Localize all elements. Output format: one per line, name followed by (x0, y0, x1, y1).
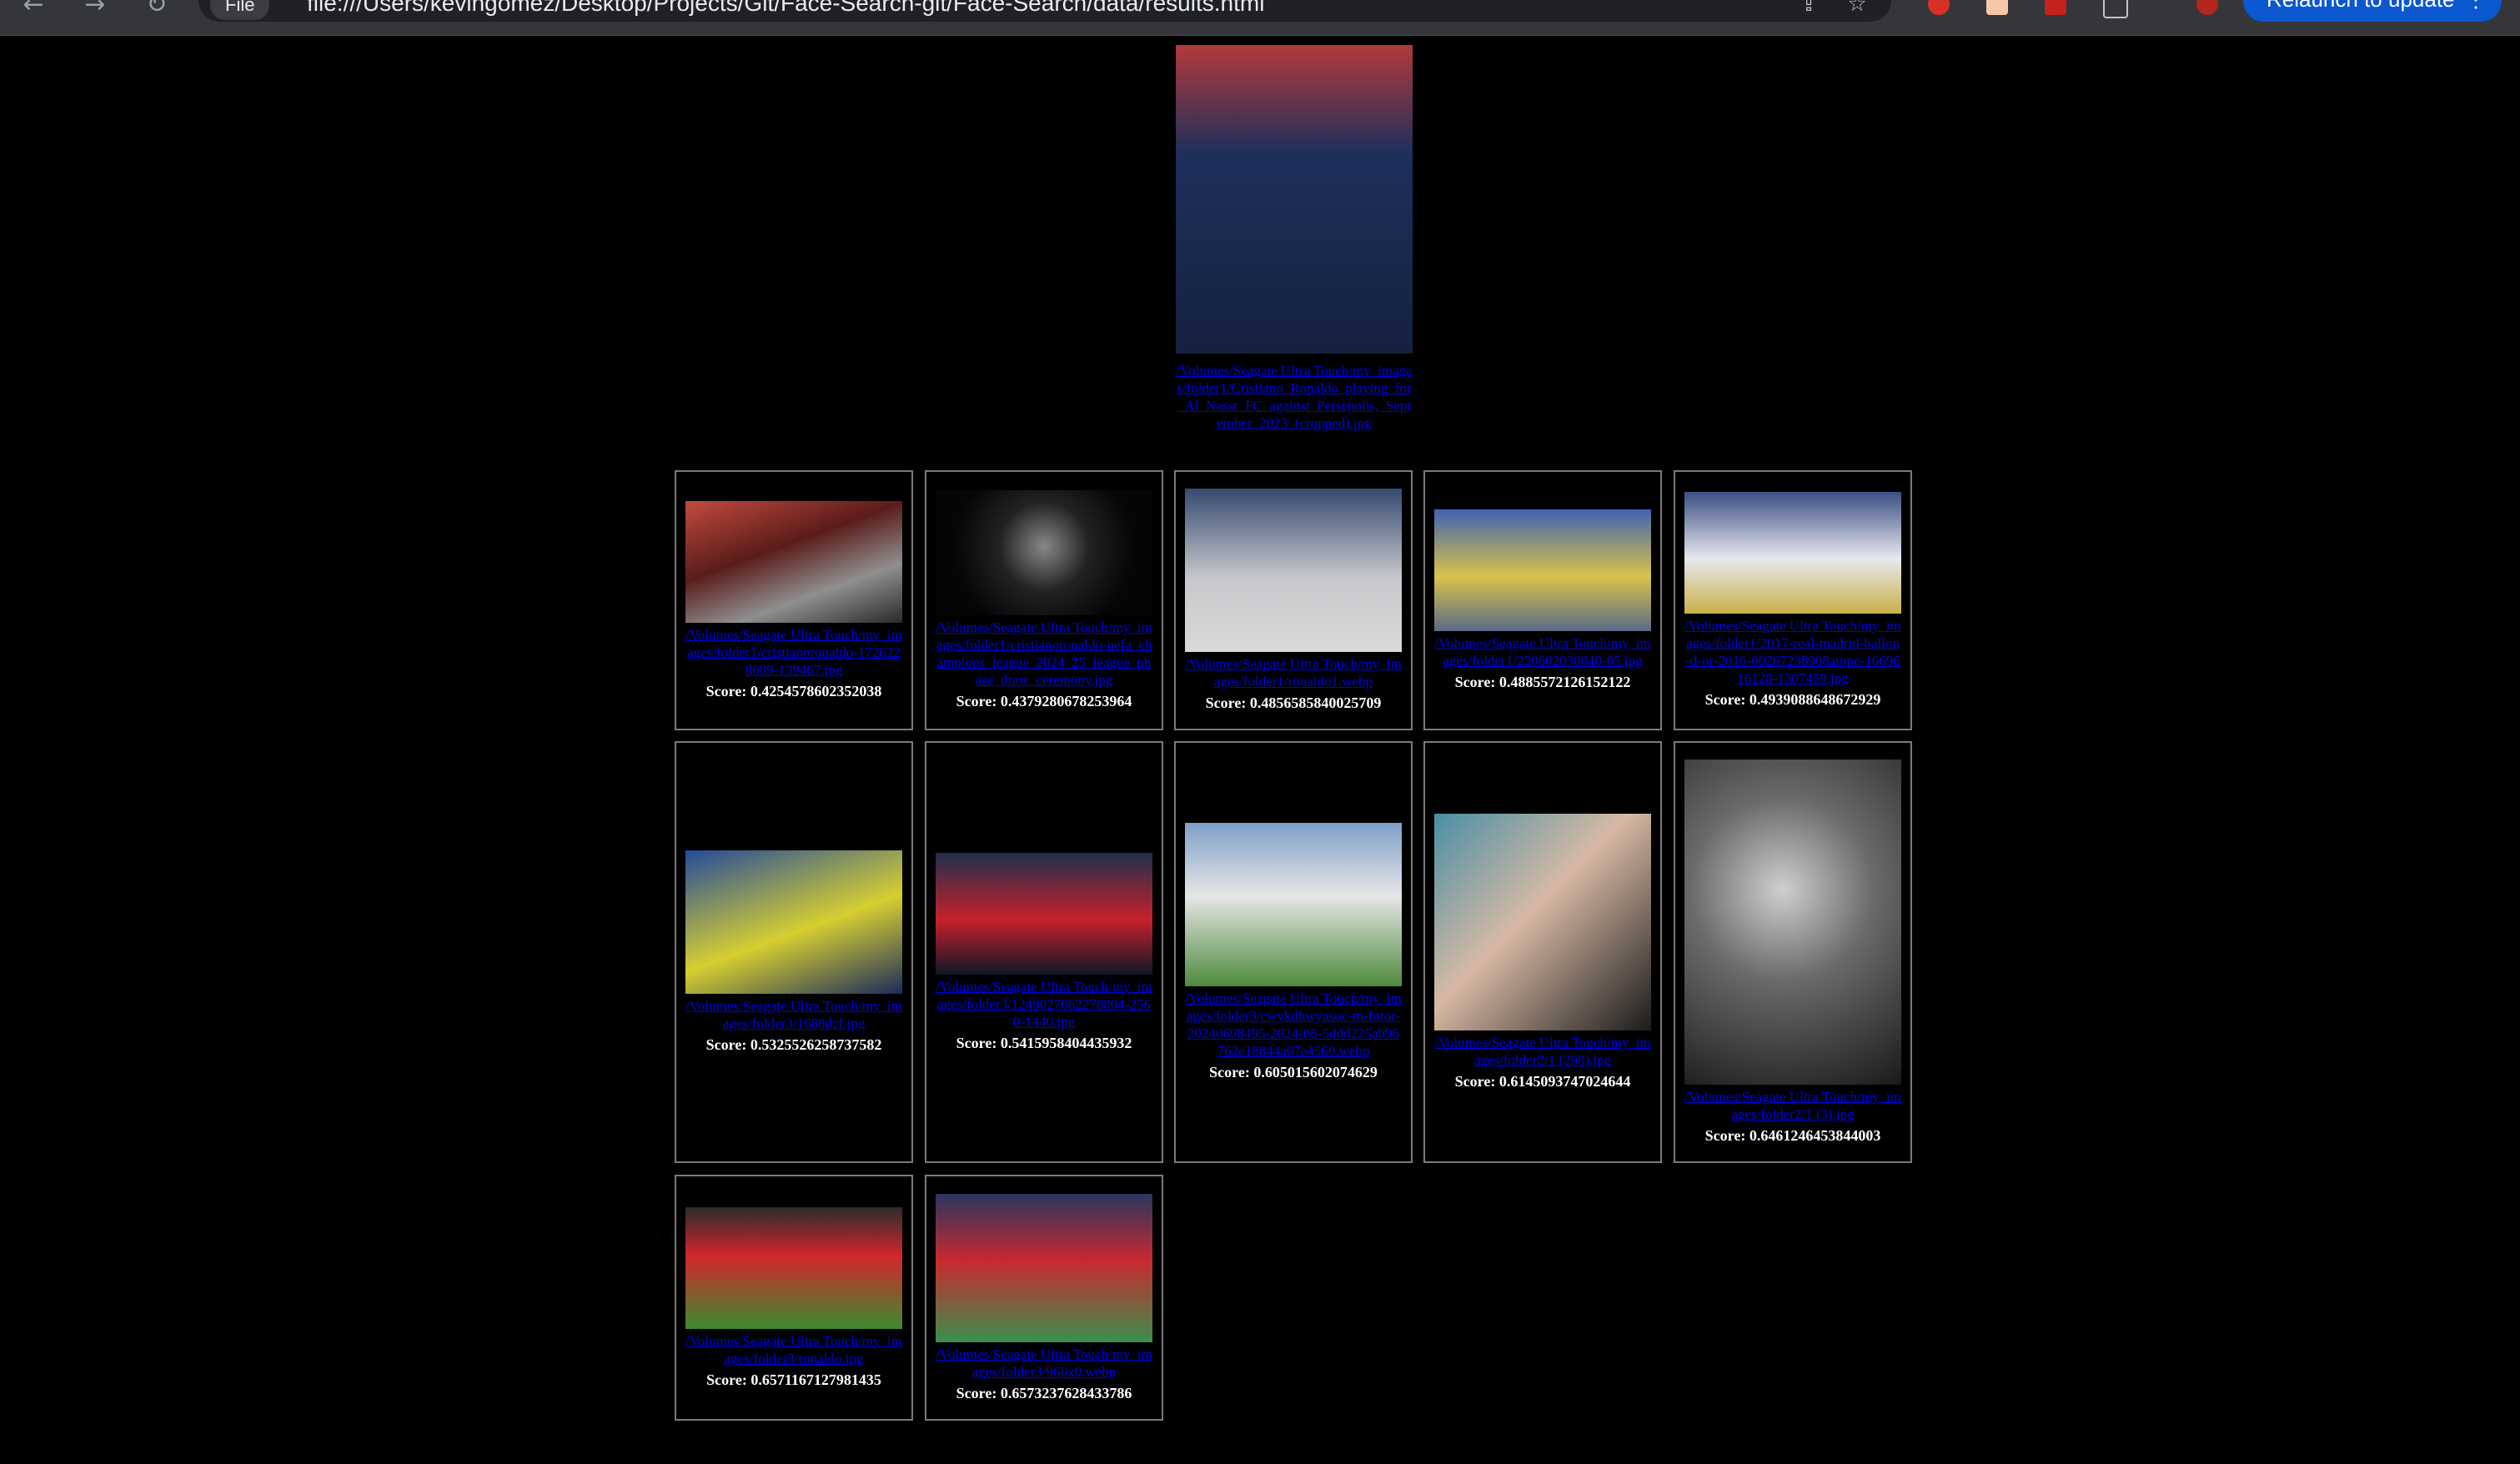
result-photo (1434, 814, 1651, 1030)
result-photo (936, 1193, 1152, 1342)
result-score: Score: 0.4379280678253964 (956, 693, 1132, 709)
query-image-link[interactable]: /Volumes/Seagate Ultra Touch/my_images/f… (1176, 362, 1413, 432)
result-cell: /Volumes/Seagate Ultra Touch/my_images/f… (675, 1175, 913, 1421)
result-score: Score: 0.5325526258737582 (705, 1036, 882, 1053)
result-photo (1185, 823, 1402, 986)
result-score: Score: 0.6145093747024644 (1454, 1073, 1631, 1090)
share-icon[interactable]: ⇪ (1796, 0, 1821, 17)
result-photo (1185, 489, 1402, 652)
result-score: Score: 0.605015602074629 (1209, 1064, 1378, 1080)
result-cell: /Volumes/Seagate Ultra Touch/my_images/f… (1174, 470, 1413, 730)
result-cell: /Volumes/Seagate Ultra Touch/my_images/f… (1674, 741, 1912, 1163)
relaunch-label: Relaunch to update (2266, 0, 2455, 12)
result-cell: /Volumes/Seagate Ultra Touch/my_images/f… (675, 470, 913, 730)
result-link[interactable]: /Volumes/Seagate Ultra Touch/my_images/f… (1434, 634, 1651, 669)
result-link[interactable]: /Volumes/Seagate Ultra Touch/my_images/f… (1434, 1034, 1651, 1069)
site-info-badge[interactable]: File (210, 0, 270, 20)
result-score: Score: 0.6571167127981435 (706, 1371, 881, 1388)
result-link[interactable]: /Volumes/Seagate Ultra Touch/my_images/f… (936, 1346, 1152, 1381)
result-score: Score: 0.4885572126152122 (1454, 674, 1631, 690)
result-link[interactable]: /Volumes/Seagate Ultra Touch/my_images/f… (936, 619, 1152, 689)
result-photo (1684, 492, 1901, 614)
result-cell: /Volumes/Seagate Ultra Touch/my_images/f… (925, 1175, 1163, 1421)
result-cell: /Volumes/Seagate Ultra Touch/my_images/f… (925, 470, 1163, 730)
extension-puzzle-icon[interactable] (1986, 0, 2008, 15)
bookmark-star-icon[interactable]: ☆ (1845, 0, 1870, 17)
result-score: Score: 0.6461246453844003 (1704, 1127, 1881, 1144)
reload-icon[interactable]: ↻ (140, 0, 173, 22)
result-cell: /Volumes/Seagate Ultra Touch/my_images/f… (1423, 741, 1662, 1163)
query-image-block: /Volumes/Seagate Ultra Touch/my_images/f… (1176, 45, 1413, 432)
result-photo (1434, 509, 1651, 631)
result-score: Score: 0.4254578602352038 (705, 682, 882, 699)
forward-icon[interactable]: → (78, 0, 112, 22)
result-cell: /Volumes/Seagate Ultra Touch/my_images/f… (925, 741, 1163, 1163)
result-cell: /Volumes/Seagate Ultra Touch/my_images/f… (675, 741, 913, 1163)
address-bar[interactable]: File file:///Users/kevingomez/Desktop/Pr… (198, 0, 1891, 22)
extension-red-icon[interactable] (2045, 0, 2066, 15)
result-link[interactable]: /Volumes/Seagate Ultra Touch/my_images/f… (1684, 617, 1901, 687)
result-score: Score: 0.6573237628433786 (956, 1384, 1132, 1401)
query-photo (1176, 45, 1413, 353)
result-photo (685, 850, 902, 994)
result-score: Score: 0.4856585840025709 (1205, 694, 1382, 711)
result-cell: /Volumes/Seagate Ultra Touch/my_images/f… (1423, 470, 1662, 730)
result-link[interactable]: /Volumes/Seagate Ultra Touch/my_images/f… (685, 1332, 902, 1367)
result-photo (936, 852, 1152, 975)
downloads-icon[interactable] (2103, 0, 2128, 18)
result-link[interactable]: /Volumes/Seagate Ultra Touch/my_images/f… (1185, 990, 1402, 1060)
menu-icon[interactable]: ⋮ (2465, 0, 2487, 18)
back-icon[interactable]: ← (17, 0, 50, 22)
result-cell: /Volumes/Seagate Ultra Touch/my_images/f… (1674, 470, 1912, 730)
result-score: Score: 0.4939088648672929 (1704, 691, 1881, 708)
browser-toolbar: ← → ↻ File file:///Users/kevingomez/Desk… (0, 0, 2520, 36)
result-score: Score: 0.5415958404435932 (956, 1034, 1132, 1051)
profile-avatar-icon[interactable] (2196, 0, 2218, 15)
result-photo (685, 1206, 902, 1329)
result-link[interactable]: /Volumes/Seagate Ultra Touch/my_images/f… (685, 997, 902, 1032)
relaunch-button[interactable]: Relaunch to update ⋮ (2243, 0, 2502, 22)
url-text[interactable]: file:///Users/kevingomez/Desktop/Project… (307, 0, 1264, 18)
extension-shield-icon[interactable] (1928, 0, 1950, 15)
result-photo (685, 500, 902, 623)
result-photo (1684, 760, 1901, 1085)
result-link[interactable]: /Volumes/Seagate Ultra Touch/my_images/f… (1185, 655, 1402, 690)
result-link[interactable]: /Volumes/Seagate Ultra Touch/my_images/f… (685, 626, 902, 679)
result-photo (936, 490, 1152, 615)
result-link[interactable]: /Volumes/Seagate Ultra Touch/my_images/f… (936, 978, 1152, 1030)
result-cell: /Volumes/Seagate Ultra Touch/my_images/f… (1174, 741, 1413, 1163)
result-link[interactable]: /Volumes/Seagate Ultra Touch/my_images/f… (1684, 1088, 1901, 1123)
